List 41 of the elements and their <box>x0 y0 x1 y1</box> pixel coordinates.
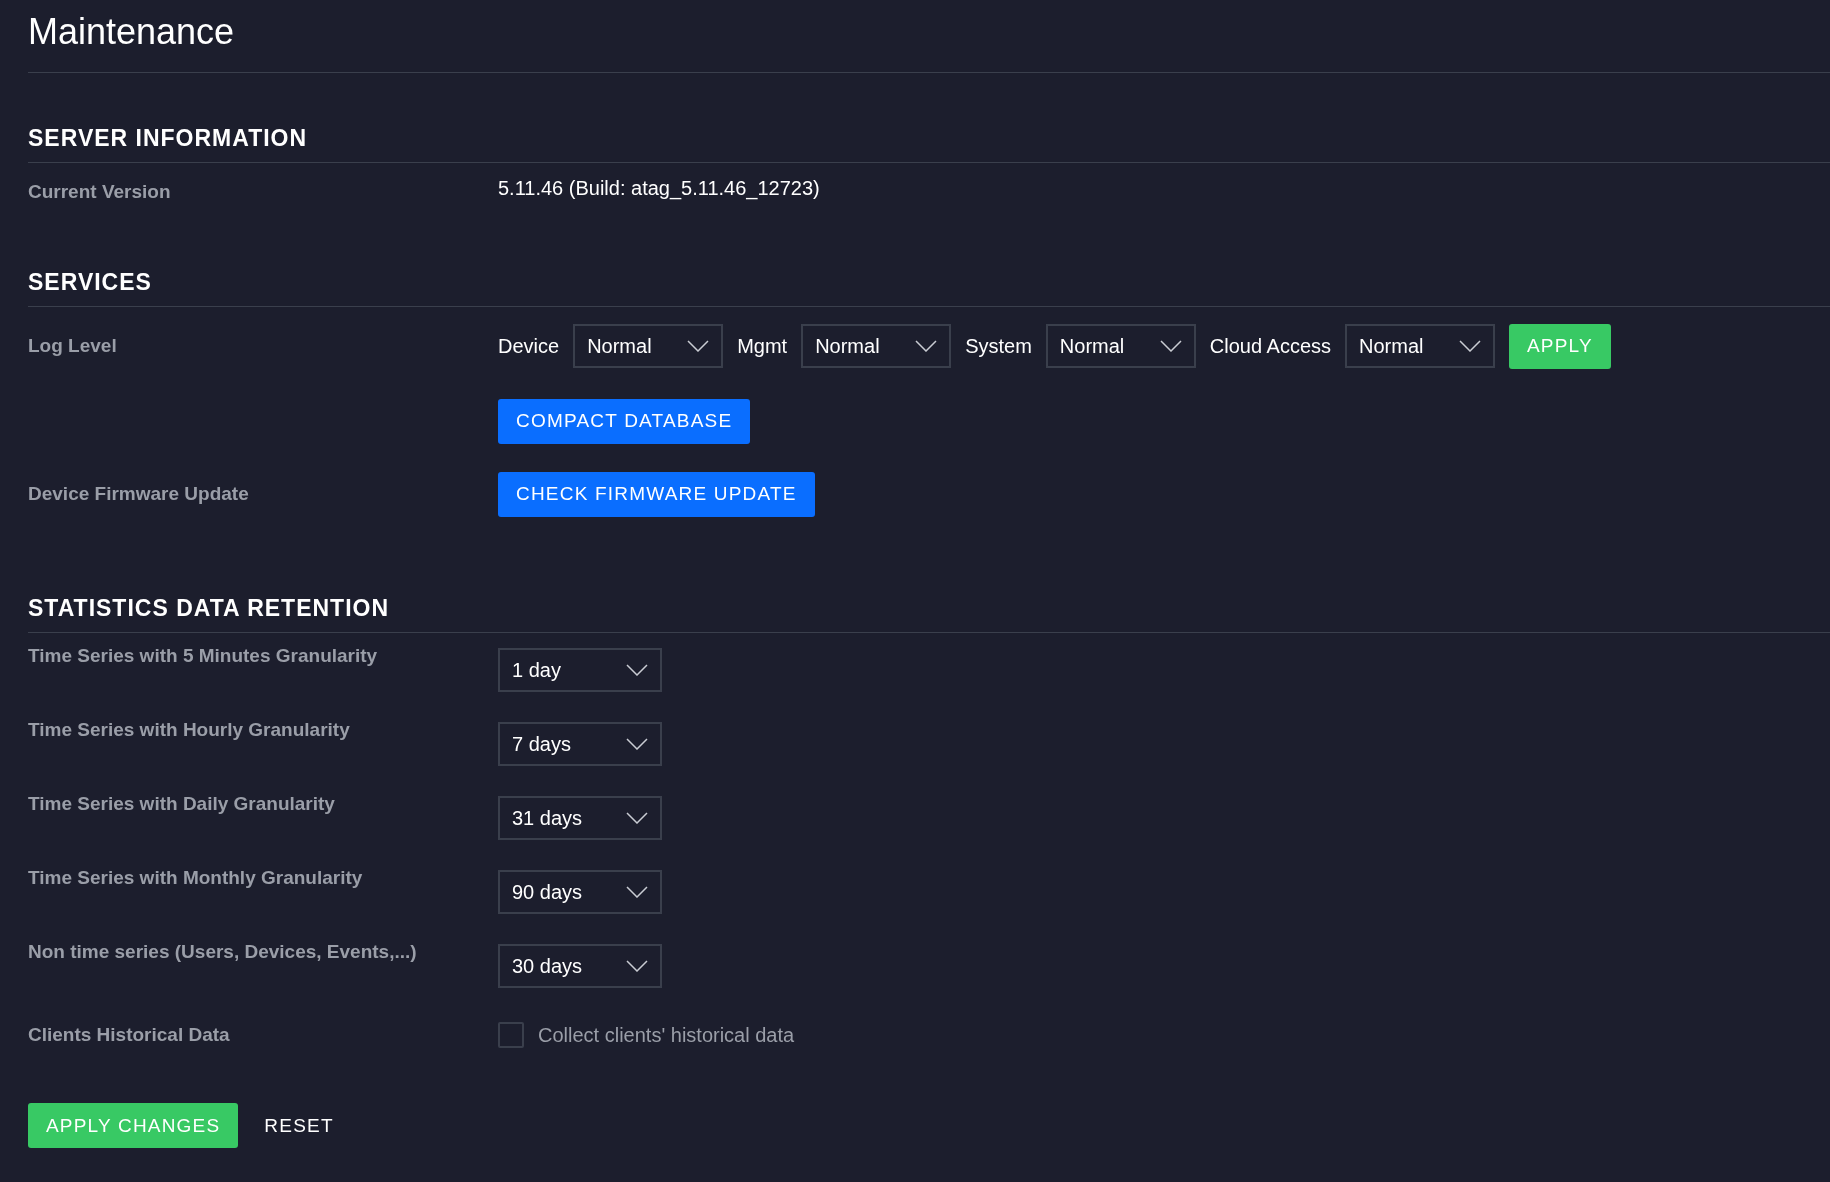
field-label: Current Version <box>28 181 171 202</box>
chevron-down-icon <box>687 340 710 352</box>
chevron-down-icon <box>626 664 648 676</box>
log-source-label: Device <box>498 334 560 358</box>
version-value: 5.11.46 (Build: atag_5.11.46_12723) <box>498 176 821 200</box>
checkbox[interactable] <box>498 1022 524 1048</box>
action-button[interactable]: CHECK FIRMWARE UPDATE <box>498 471 815 517</box>
chevron-down-icon <box>1159 340 1182 352</box>
dropdown[interactable]: Normal <box>1045 324 1196 368</box>
dropdown[interactable]: Normal <box>1345 324 1495 368</box>
log-source-label: Cloud Access <box>1209 334 1331 358</box>
dropdown[interactable]: 31 days <box>498 796 662 840</box>
field-label: Time Series with 5 Minutes Granularity <box>28 645 378 666</box>
reset-button[interactable]: RESET <box>254 1114 344 1137</box>
dropdown[interactable]: Normal <box>573 324 724 368</box>
field-label: Time Series with Daily Granularity <box>28 793 335 814</box>
section-heading: STATISTICS DATA RETENTION <box>28 594 391 623</box>
dropdown[interactable]: 30 days <box>498 944 662 988</box>
section-heading: SERVER INFORMATION <box>28 124 309 153</box>
log-source-label: Mgmt <box>737 334 788 358</box>
chevron-down-icon <box>626 812 648 824</box>
dropdown[interactable]: Normal <box>801 324 952 368</box>
field-label: Device Firmware Update <box>28 483 250 505</box>
field-label: Log Level <box>28 335 118 357</box>
page-title: Maintenance <box>28 10 236 54</box>
field-label: Time Series with Hourly Granularity <box>28 719 350 740</box>
chevron-down-icon <box>626 738 648 750</box>
checkbox-label: Collect clients' historical data <box>538 1023 795 1047</box>
dropdown[interactable]: 1 day <box>498 648 662 692</box>
chevron-down-icon <box>626 960 648 972</box>
chevron-down-icon <box>915 340 938 352</box>
chevron-down-icon <box>1459 340 1481 352</box>
field-label: Non time series (Users, Devices, Events,...) <box>28 941 417 962</box>
section-heading: SERVICES <box>28 268 153 297</box>
field-label: Clients Historical Data <box>28 1024 231 1046</box>
dropdown[interactable]: 7 days <box>498 722 662 766</box>
dropdown[interactable]: 90 days <box>498 870 662 914</box>
field-label: Time Series with Monthly Granularity <box>28 867 363 888</box>
chevron-down-icon <box>626 886 648 898</box>
log-source-label: System <box>965 334 1032 358</box>
action-button[interactable]: COMPACT DATABASE <box>498 398 751 444</box>
